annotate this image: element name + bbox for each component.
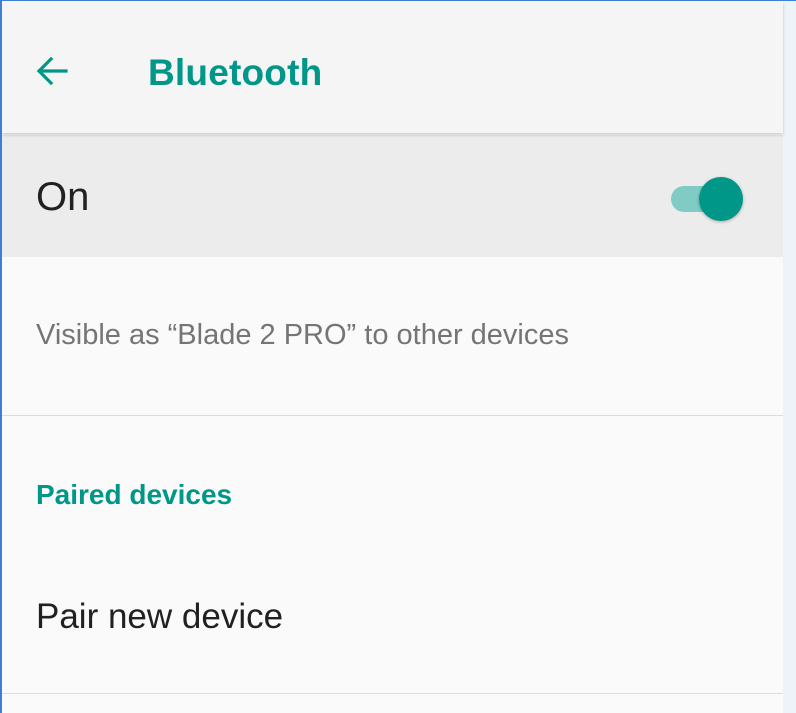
toggle-thumb: [699, 177, 743, 221]
pair-new-device-item[interactable]: Pair new device: [2, 561, 783, 691]
settings-screen: Bluetooth On Visible as “Blade 2 PRO” to…: [2, 1, 783, 713]
paired-devices-header: Paired devices: [36, 479, 233, 510]
page-title: Bluetooth: [148, 52, 323, 93]
bluetooth-toggle[interactable]: [669, 177, 745, 221]
pair-new-device-label: Pair new device: [36, 597, 284, 636]
app-bar: Bluetooth: [2, 1, 783, 133]
master-switch-label: On: [36, 175, 90, 219]
back-button[interactable]: [22, 41, 82, 101]
device-visibility-text: Visible as “Blade 2 PRO” to other device…: [36, 319, 570, 351]
window-frame: Bluetooth On Visible as “Blade 2 PRO” to…: [0, 0, 796, 713]
arrow-back-icon: [36, 56, 68, 86]
divider: [2, 693, 783, 694]
divider: [2, 415, 783, 416]
bluetooth-master-switch-row[interactable]: On: [2, 135, 783, 257]
window-edge: [783, 1, 796, 713]
